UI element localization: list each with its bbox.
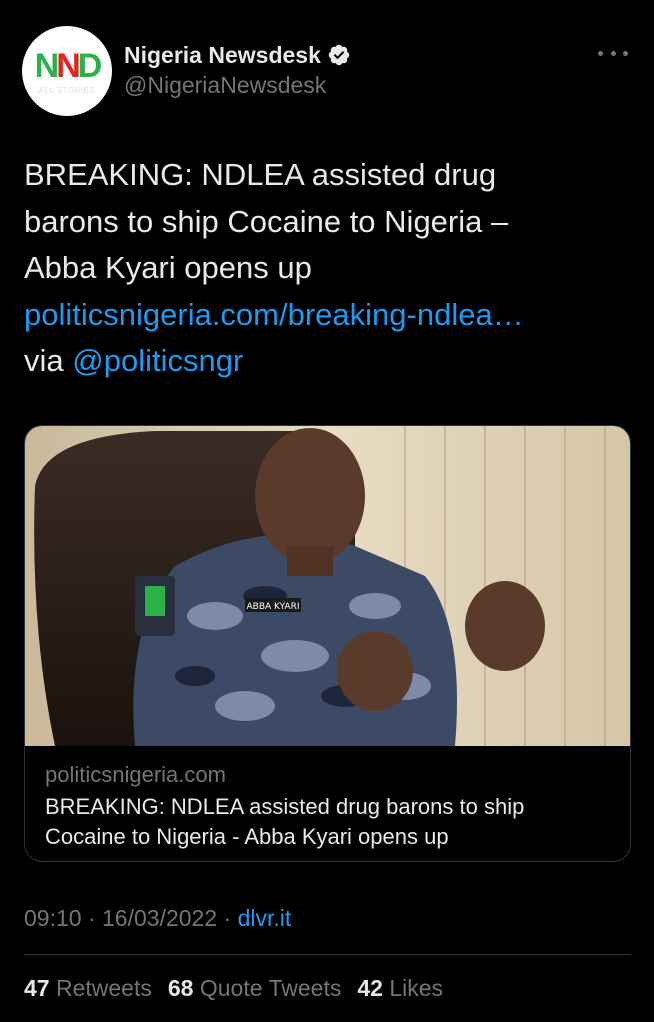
avatar-logo-subtitle: ALL STORIES: [38, 86, 96, 95]
tweet-text-line: BREAKING: NDLEA assisted drug: [24, 157, 497, 192]
retweets-stat[interactable]: 47 Retweets: [24, 975, 152, 1002]
card-title-line: BREAKING: NDLEA assisted drug barons to …: [45, 794, 525, 819]
meta-separator: ·: [81, 905, 103, 931]
account-names: Nigeria Newsdesk @NigeriaNewsdesk: [124, 40, 351, 99]
image-name-badge: ABBA KYARI: [247, 602, 300, 612]
verified-badge-icon: [328, 44, 350, 66]
tweet-header: NND ALL STORIES Nigeria Newsdesk @Nigeri…: [22, 26, 632, 116]
tweet-text-line: barons to ship Cocaine to Nigeria –: [24, 203, 509, 239]
retweets-label: Retweets: [55, 975, 152, 1001]
link-preview-card[interactable]: ABBA KYARI politicsnigeria.com BREAKING:…: [24, 425, 631, 862]
avatar[interactable]: NND ALL STORIES: [22, 26, 112, 116]
via-line: via @politicsngr: [24, 338, 624, 385]
card-title: BREAKING: NDLEA assisted drug barons to …: [45, 792, 612, 852]
meta-separator: ·: [217, 905, 238, 931]
card-body: politicsnigeria.com BREAKING: NDLEA assi…: [25, 746, 630, 861]
card-title-line: Cocaine to Nigeria - Abba Kyari opens up: [45, 824, 449, 849]
account-handle[interactable]: @NigeriaNewsdesk: [124, 72, 351, 99]
divider: [24, 954, 631, 955]
display-name-row: Nigeria Newsdesk: [124, 40, 351, 70]
tweet-date[interactable]: 16/03/2022: [102, 905, 217, 931]
tweet-text-line: Abba Kyari opens up: [24, 250, 312, 285]
card-domain: politicsnigeria.com: [45, 762, 226, 787]
via-prefix: via: [24, 343, 73, 378]
more-options-icon[interactable]: [598, 46, 628, 60]
quote-tweets-label: Quote Tweets: [199, 975, 342, 1001]
tweet-source-link[interactable]: dlvr.it: [238, 905, 292, 931]
tweet-meta: 09:10 · 16/03/2022 · dlvr.it: [24, 905, 291, 932]
tweet-time[interactable]: 09:10: [24, 905, 82, 931]
likes-label: Likes: [389, 975, 444, 1001]
card-photo: ABBA KYARI: [25, 426, 630, 746]
tweet-link[interactable]: politicsnigeria.com/breaking-ndlea…: [24, 292, 624, 339]
likes-stat[interactable]: 42 Likes: [357, 975, 443, 1002]
retweets-count: 47: [24, 975, 50, 1001]
card-image[interactable]: ABBA KYARI: [25, 426, 630, 746]
avatar-logo: NND: [34, 47, 103, 85]
tweet-text: BREAKING: NDLEA assisted drug barons to …: [24, 152, 624, 385]
display-name[interactable]: Nigeria Newsdesk: [124, 42, 321, 69]
likes-count: 42: [357, 975, 383, 1001]
quote-tweets-stat[interactable]: 68 Quote Tweets: [168, 975, 341, 1002]
via-handle-link[interactable]: @politicsngr: [72, 343, 243, 378]
engagement-stats: 47 Retweets 68 Quote Tweets 42 Likes: [24, 975, 459, 1002]
quote-tweets-count: 68: [167, 975, 194, 1001]
